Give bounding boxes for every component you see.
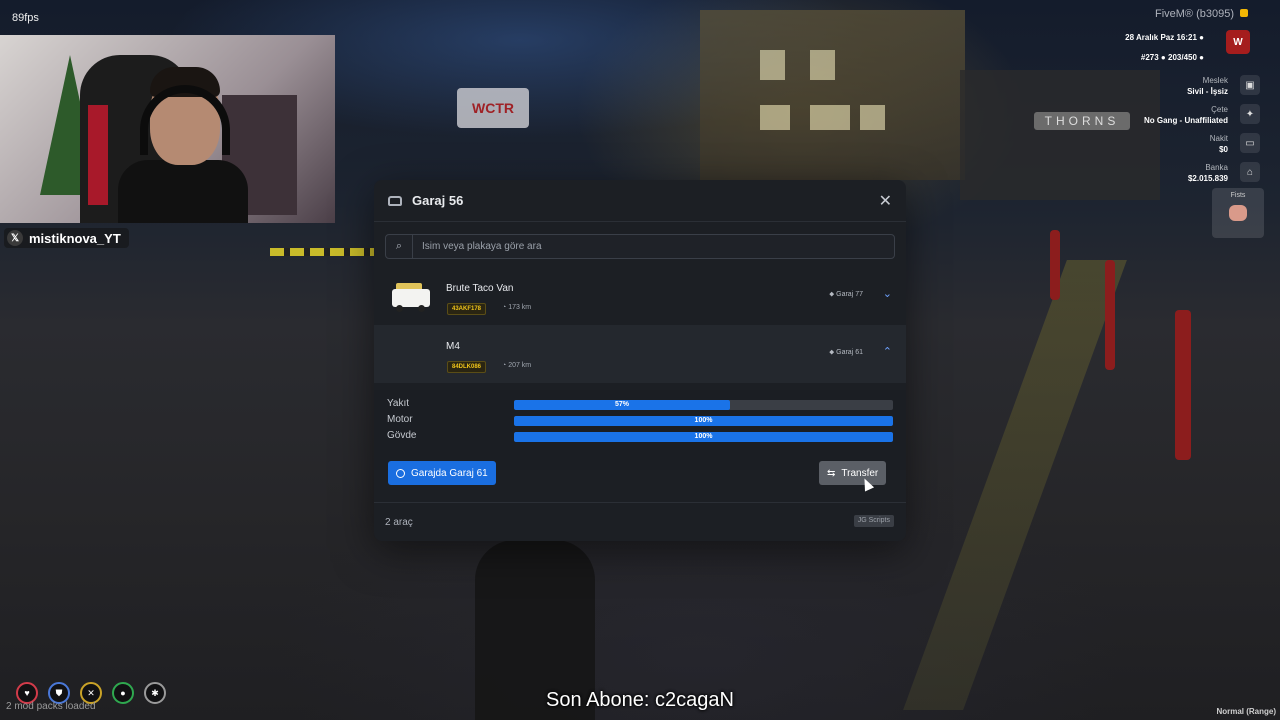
transfer-label: Transfer bbox=[841, 467, 879, 479]
plate-badge: 84DLK086 bbox=[447, 361, 487, 373]
bollard bbox=[1050, 230, 1060, 300]
mileage: ◔ 207 km bbox=[502, 361, 531, 371]
server-stats: 28 Aralık Paz 16:21 ● #273 ● 203/450 ● bbox=[1125, 28, 1204, 68]
gang-icon: ✦ bbox=[1240, 104, 1260, 124]
fist-icon bbox=[1229, 205, 1247, 221]
gang-label: Çete bbox=[1211, 105, 1228, 114]
vehicle-count: 2 araç bbox=[385, 517, 413, 528]
webcam-overlay bbox=[0, 35, 335, 223]
search-input[interactable] bbox=[413, 240, 894, 253]
mileage: ◔ 173 km bbox=[502, 303, 531, 313]
dialog-title: Garaj 56 bbox=[412, 193, 464, 208]
search-box: ⌕ bbox=[385, 234, 895, 259]
vehicle-name: M4 bbox=[446, 341, 460, 352]
engine-stat: Motor 100% bbox=[387, 412, 893, 428]
car-icon bbox=[388, 195, 402, 206]
bank-label: Banka bbox=[1205, 163, 1228, 172]
garage-dialog: Garaj 56 ✕ ⌕ Brute Taco Van 43AKF178 ◔ 1… bbox=[374, 180, 906, 541]
cash-label: Nakit bbox=[1209, 134, 1228, 143]
fivem-icon bbox=[1240, 9, 1248, 17]
bank-icon: ⌂ bbox=[1240, 162, 1260, 182]
dialog-header: Garaj 56 ✕ bbox=[374, 180, 906, 222]
bank-info: Banka $2.015.839 bbox=[1188, 162, 1228, 184]
briefcase-icon: ▣ bbox=[1240, 75, 1260, 95]
fps-counter: 89fps bbox=[12, 12, 39, 24]
engine-value: 100% bbox=[694, 417, 713, 424]
player-count: 203/450 bbox=[1168, 53, 1197, 62]
gang-value: No Gang - Unaffiliated bbox=[1144, 116, 1228, 125]
fuel-stat: Yakıt 57% bbox=[387, 396, 893, 412]
taco-van-thumbnail bbox=[388, 283, 434, 312]
plate-badge: 43AKF178 bbox=[447, 303, 487, 315]
garage-location: ⬥ Garaj 77 bbox=[829, 291, 863, 299]
bollard bbox=[1105, 260, 1115, 370]
vehicle-row[interactable]: M4 84DLK086 ◔ 207 km ⬥ Garaj 61 ⌃ bbox=[374, 325, 906, 383]
building-dark bbox=[960, 70, 1160, 200]
job-label: Meslek bbox=[1202, 76, 1228, 85]
gauge-icon: ◔ bbox=[502, 304, 507, 311]
vehicle-stats: Yakıt 57% Motor 100% Gövde 100% bbox=[374, 390, 906, 470]
mileage-text: 207 km bbox=[508, 362, 532, 369]
weapon-slot: Fists bbox=[1212, 188, 1264, 238]
player-id: #273 bbox=[1140, 53, 1159, 62]
pin-icon: ⬥ bbox=[829, 291, 835, 298]
server-text: FiveM® (b3095) bbox=[1154, 8, 1234, 20]
user-icon: ● bbox=[1160, 53, 1166, 62]
check-circle-icon bbox=[396, 468, 405, 478]
cash-value: $0 bbox=[1219, 145, 1228, 154]
building-lit bbox=[700, 10, 965, 180]
voice-range: Normal (Range) bbox=[1216, 707, 1276, 716]
chevron-up-icon[interactable]: ⌃ bbox=[883, 345, 892, 358]
streamer-handle: 𝕏 mistiknova_YT bbox=[4, 228, 129, 248]
clock-icon: ● bbox=[1199, 33, 1204, 42]
mileage-text: 173 km bbox=[508, 304, 532, 311]
transfer-arrows-icon: ⇆ bbox=[827, 467, 836, 479]
gauge-icon: ◔ bbox=[502, 362, 507, 369]
fuel-label: Yakıt bbox=[387, 398, 410, 409]
cash-info: Nakit $0 bbox=[1210, 133, 1228, 155]
garage-location-text: Garaj 77 bbox=[836, 291, 863, 298]
bollard bbox=[1175, 310, 1191, 460]
speed-bump bbox=[270, 248, 375, 256]
body-stat: Gövde 100% bbox=[387, 428, 893, 444]
x-logo-icon: 𝕏 bbox=[7, 230, 23, 246]
vehicle-name: Brute Taco Van bbox=[446, 283, 514, 294]
search-icon: ⌕ bbox=[386, 235, 413, 258]
server-logo: W bbox=[1226, 30, 1250, 54]
users-icon: ● bbox=[1199, 53, 1204, 62]
yellow-curb bbox=[903, 260, 1127, 710]
server-label: FiveM® (b3095) bbox=[1155, 8, 1248, 20]
transfer-button[interactable]: ⇆ Transfer bbox=[819, 461, 887, 485]
wallet-icon: ▭ bbox=[1240, 133, 1260, 153]
weapon-label: Fists bbox=[1230, 192, 1246, 199]
in-garage-label: Garajda Garaj 61 bbox=[411, 467, 488, 479]
latest-subscriber: Son Abone: c2cagaN bbox=[546, 689, 734, 711]
datetime: 28 Aralık Paz 16:21 bbox=[1125, 33, 1197, 42]
chevron-down-icon[interactable]: ⌄ bbox=[883, 287, 892, 300]
job-info: Meslek Sivil - İşsiz bbox=[1187, 75, 1228, 97]
fuel-value: 57% bbox=[615, 401, 630, 408]
in-garage-button[interactable]: Garajda Garaj 61 bbox=[388, 461, 496, 485]
job-value: Sivil - İşsiz bbox=[1187, 87, 1228, 96]
body-value: 100% bbox=[694, 433, 713, 440]
brand-badge: JG Scripts bbox=[853, 515, 894, 527]
storefront-sign: THORNS bbox=[1034, 112, 1130, 130]
vehicle-row[interactable]: Brute Taco Van 43AKF178 ◔ 173 km ⬥ Garaj… bbox=[374, 267, 906, 325]
garage-location-text: Garaj 61 bbox=[836, 349, 863, 356]
billboard: WCTR bbox=[457, 88, 529, 128]
bank-value: $2.015.839 bbox=[1187, 174, 1228, 183]
body-label: Gövde bbox=[387, 430, 417, 441]
pin-icon: ⬥ bbox=[829, 349, 835, 356]
gang-info: Çete No Gang - Unaffiliated bbox=[1144, 104, 1228, 126]
engine-label: Motor bbox=[387, 414, 413, 425]
garage-location: ⬥ Garaj 61 bbox=[829, 349, 863, 357]
dialog-footer: 2 araç JG Scripts bbox=[374, 502, 906, 541]
handle-text: mistiknova_YT bbox=[29, 230, 121, 246]
close-icon[interactable]: ✕ bbox=[879, 191, 892, 211]
